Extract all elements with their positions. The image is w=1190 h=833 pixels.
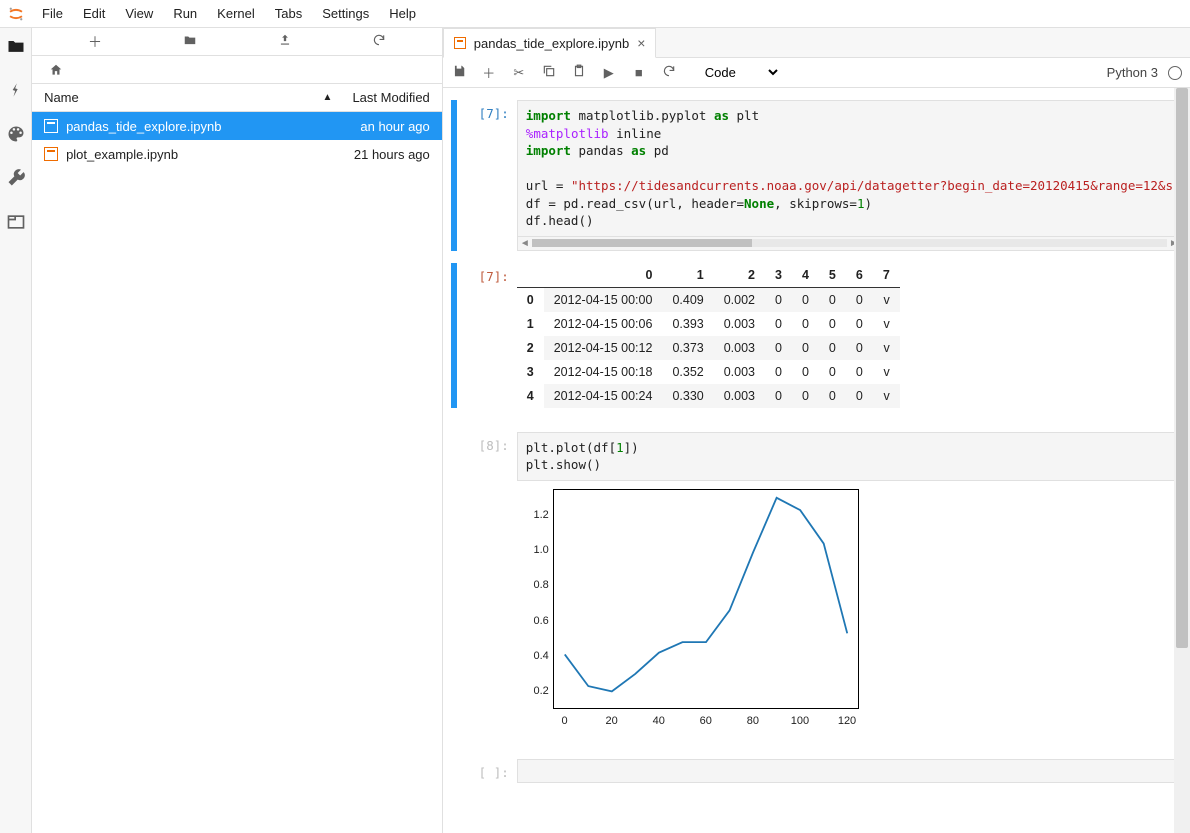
notebook-toolbar: ＋ ✂ ▶ ■ Code Python 3 [443,58,1190,88]
file-browser: ＋ Name ▲ Last Modified pandas_tide_explo… [32,28,443,833]
output-cell: [7]: 01234567 02012-04-15 00:000.4090.00… [451,259,1182,412]
filelist-header[interactable]: Name ▲ Last Modified [32,84,442,112]
notebook-icon [454,37,466,49]
left-sidebar [0,28,32,833]
new-folder-icon[interactable] [182,33,198,50]
notebook-body[interactable]: [7]: import matplotlib.pyplot as plt %ma… [443,88,1190,833]
add-cell-icon[interactable]: ＋ [481,63,497,82]
notebook-icon [44,147,58,161]
cut-icon[interactable]: ✂ [511,65,527,81]
in-prompt: [7]: [461,100,517,251]
tab-bar: pandas_tide_explore.ipynb × [443,28,1190,58]
dataframe-output: 01234567 02012-04-15 00:000.4090.0020000… [517,263,900,408]
kernel-indicator-icon[interactable] [1168,66,1182,80]
wrench-icon[interactable] [6,168,26,188]
menu-settings[interactable]: Settings [312,2,379,25]
tab-title: pandas_tide_explore.ipynb [474,36,629,51]
menu-help[interactable]: Help [379,2,426,25]
run-icon[interactable]: ▶ [601,65,617,81]
restart-icon[interactable] [661,64,677,81]
top-menubar: FileEditViewRunKernelTabsSettingsHelp [0,0,1190,28]
new-icon[interactable]: ＋ [88,32,102,52]
paste-icon[interactable] [571,64,587,81]
menu-edit[interactable]: Edit [73,2,115,25]
notebook-icon [44,119,58,133]
work-area: pandas_tide_explore.ipynb × ＋ ✂ ▶ ■ Code… [443,28,1190,833]
breadcrumb[interactable] [32,56,442,84]
plot-output: 0.20.40.60.81.01.2 020406080100120 [517,485,867,735]
menu-run[interactable]: Run [163,2,207,25]
refresh-icon[interactable] [372,33,386,50]
h-scrollbar[interactable]: ◄► [517,237,1182,251]
save-icon[interactable] [451,64,467,81]
notebook-tab[interactable]: pandas_tide_explore.ipynb × [443,28,657,58]
code-cell[interactable]: [ ]: [451,755,1182,787]
v-scrollbar[interactable] [1174,88,1190,833]
menu-view[interactable]: View [115,2,163,25]
code-input[interactable]: plt.plot(df[1]) plt.show() [517,432,1182,481]
kernel-name[interactable]: Python 3 [1107,65,1158,80]
running-icon[interactable] [6,80,26,100]
close-icon[interactable]: × [637,35,645,51]
celltype-select[interactable]: Code [701,64,781,81]
sort-caret-icon[interactable]: ▲ [323,92,333,103]
header-modified[interactable]: Last Modified [352,90,429,105]
in-prompt: [8]: [461,432,517,735]
menu-file[interactable]: File [32,2,73,25]
out-prompt: [7]: [461,263,517,408]
jupyter-logo[interactable] [0,5,32,23]
file-row[interactable]: plot_example.ipynb21 hours ago [32,140,442,168]
filebrowser-toolbar: ＋ [32,28,442,56]
folder-icon[interactable] [6,36,26,56]
tabs-icon[interactable] [6,212,26,232]
palette-icon[interactable] [6,124,26,144]
file-modified: 21 hours ago [354,147,430,162]
file-name: plot_example.ipynb [66,147,354,162]
in-prompt: [ ]: [461,759,517,783]
menu-tabs[interactable]: Tabs [265,2,312,25]
file-name: pandas_tide_explore.ipynb [66,119,360,134]
code-cell[interactable]: [7]: import matplotlib.pyplot as plt %ma… [451,96,1182,255]
header-name[interactable]: Name [44,90,322,105]
upload-icon[interactable] [278,33,292,50]
menu-bar: FileEditViewRunKernelTabsSettingsHelp [32,2,426,25]
file-row[interactable]: pandas_tide_explore.ipynban hour ago [32,112,442,140]
stop-icon[interactable]: ■ [631,65,647,80]
menu-kernel[interactable]: Kernel [207,2,265,25]
code-input[interactable]: import matplotlib.pyplot as plt %matplot… [517,100,1182,237]
copy-icon[interactable] [541,64,557,81]
code-cell[interactable]: [8]: plt.plot(df[1]) plt.show() 0.20.40.… [451,428,1182,739]
code-input[interactable] [517,759,1182,783]
file-modified: an hour ago [360,119,429,134]
